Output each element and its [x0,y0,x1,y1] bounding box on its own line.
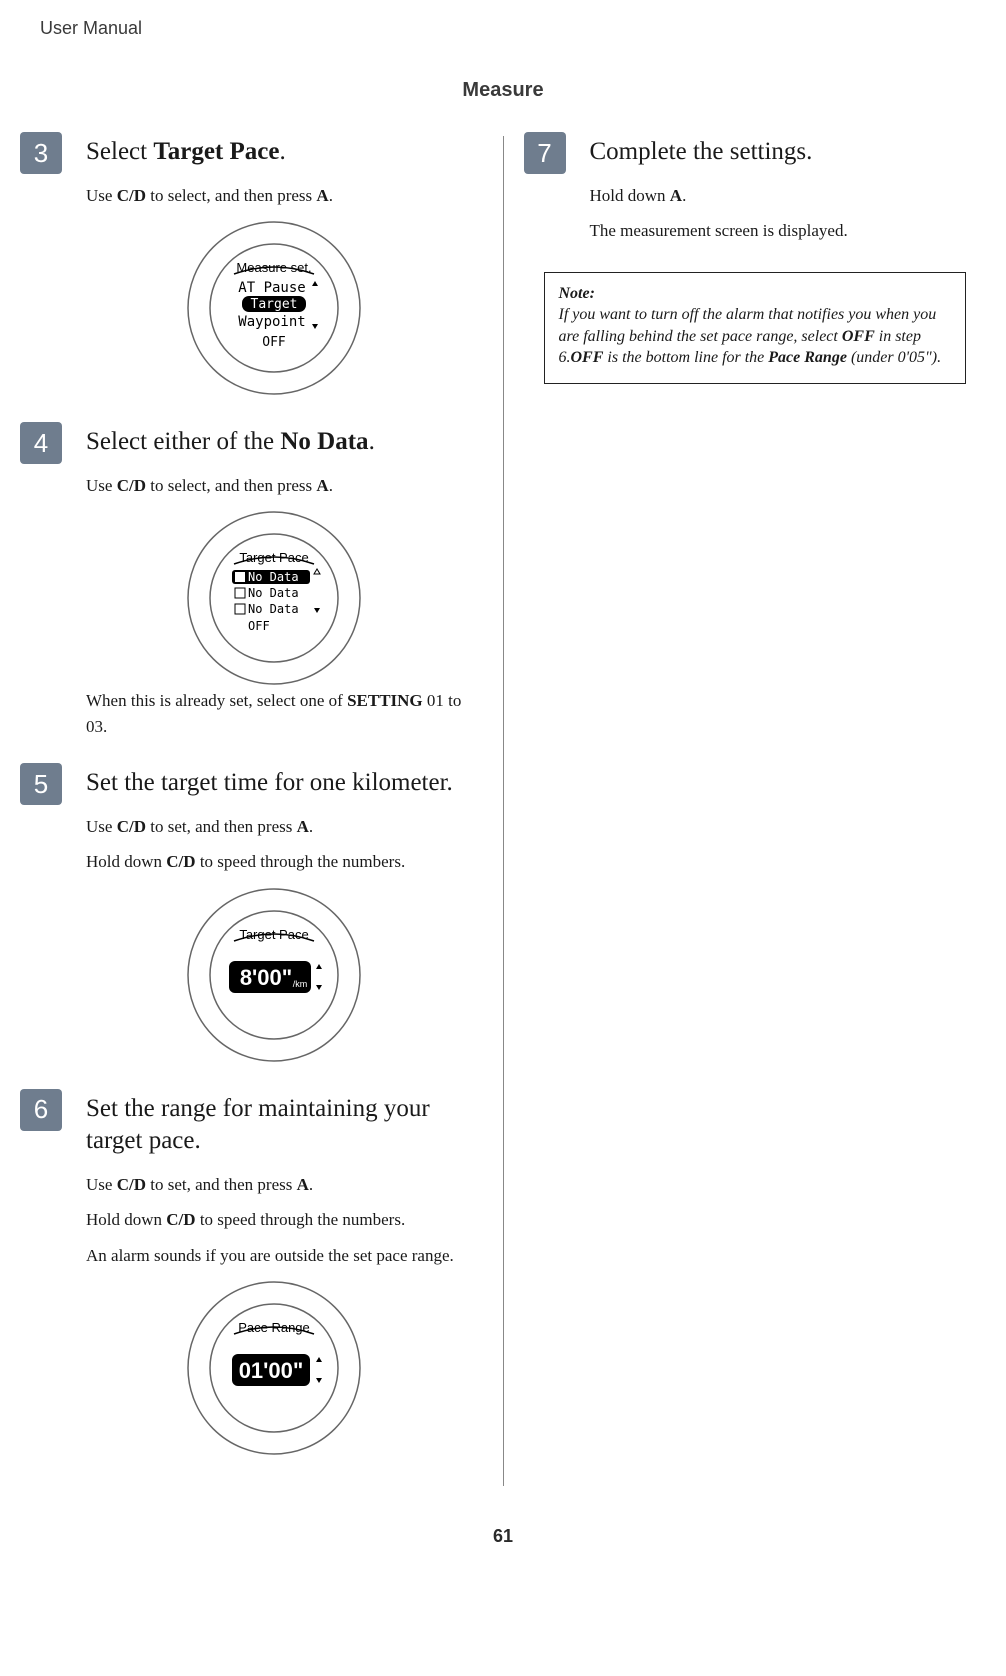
note-box: Note: If you want to turn off the alarm … [544,272,967,384]
text: When this is already set, select one of [86,691,347,710]
text: Use [86,476,117,495]
step-3: 3 Select Target Pace. Use C/D to select,… [40,136,463,398]
screen-line: Waypoint [239,314,306,330]
screen-unit: /km [293,979,308,989]
text-strong: A [297,1175,309,1194]
step-extra: When this is already set, select one of … [86,688,463,739]
doc-header: User Manual [40,18,966,39]
step-7: 7 Complete the settings. Hold down A. Th… [544,136,967,244]
step-body: Use C/D to set, and then press A. [86,1172,463,1198]
column-divider [503,136,504,1486]
text: to select, and then press [146,476,316,495]
screen-option: No Data [248,602,299,616]
step-number-badge: 3 [20,132,62,174]
text: to set, and then press [146,1175,297,1194]
chapter-title: Measure [40,79,966,102]
text: Use [86,1175,117,1194]
step-4: 4 Select either of the No Data. Use C/D … [40,426,463,739]
step-body: Hold down C/D to speed through the numbe… [86,1207,463,1233]
text-strong: No Data [280,428,368,455]
text: Use [86,186,117,205]
text: Hold down [86,1210,166,1229]
screen-line-selected: Target [251,297,298,312]
screen-line: AT Pause [239,280,306,296]
text: Use [86,817,117,836]
step-title: Select Target Pace. [86,136,463,169]
note-text: (under 0'05"). [847,349,941,366]
text-strong: C/D [166,852,195,871]
left-column: 3 Select Target Pace. Use C/D to select,… [40,136,463,1486]
screen-title: Pace Range [238,1320,310,1335]
text-strong: A [670,186,682,205]
text: to set, and then press [146,817,297,836]
step-body: Hold down C/D to speed through the numbe… [86,849,463,875]
step-body: Hold down A. [590,183,967,209]
text: to speed through the numbers. [196,1210,406,1229]
text: . [682,186,686,205]
note-strong: OFF [571,349,604,366]
screen-title: Measure set. [237,260,312,275]
text: Select either of the [86,428,280,455]
screen-bottom: OFF [248,619,270,633]
step-6: 6 Set the range for maintaining your tar… [40,1093,463,1459]
step-body: Use C/D to select, and then press A. [86,473,463,499]
step-number-badge: 7 [524,132,566,174]
text: . [279,138,285,165]
text-strong: C/D [117,817,146,836]
note-strong: Pace Range [768,349,847,366]
step-5: 5 Set the target time for one kilometer.… [40,767,463,1065]
text-strong: C/D [117,186,146,205]
step-body: An alarm sounds if you are outside the s… [86,1243,463,1269]
screen-option: No Data [248,570,299,584]
text-strong: A [297,817,309,836]
watch-figure-step4: Target Pace No Data No Data No Data OFF [184,508,364,688]
text-strong: A [316,186,328,205]
watch-figure-step3: Measure set. AT Pause Target Waypoint OF… [184,218,364,398]
step-number-badge: 4 [20,422,62,464]
text: Hold down [590,186,670,205]
screen-option: No Data [248,586,299,600]
text: . [309,1175,313,1194]
text: . [329,186,333,205]
note-label: Note: [559,285,595,302]
screen-value: 01'00" [239,1358,304,1383]
step-title: Select either of the No Data. [86,426,463,459]
watch-figure-step6: Pace Range 01'00" [184,1278,364,1458]
step-title: Complete the settings. [590,136,967,169]
step-title: Set the target time for one kilometer. [86,767,463,800]
note-text: is the bottom line for the [603,349,768,366]
step-number-badge: 5 [20,763,62,805]
note-strong: OFF [842,328,875,345]
text-strong: C/D [117,476,146,495]
text: . [369,428,375,455]
step-body: The measurement screen is displayed. [590,218,967,244]
page-number: 61 [40,1526,966,1547]
text: to speed through the numbers. [196,852,406,871]
text-strong: A [316,476,328,495]
step-title: Set the range for maintaining your targe… [86,1093,463,1158]
screen-value: 8'00" [240,965,292,990]
text: Hold down [86,852,166,871]
step-body: Use C/D to select, and then press A. [86,183,463,209]
text-strong: C/D [166,1210,195,1229]
screen-title: Target Pace [240,927,309,942]
watch-figure-step5: Target Pace 8'00" /km [184,885,364,1065]
text-strong: Target Pace [153,138,279,165]
screen-bottom: OFF [263,335,287,350]
step-body: Use C/D to set, and then press A. [86,814,463,840]
text: . [309,817,313,836]
text-strong: SETTING [347,691,423,710]
text: to select, and then press [146,186,316,205]
text: Select [86,138,153,165]
text-strong: C/D [117,1175,146,1194]
step-number-badge: 6 [20,1089,62,1131]
screen-title: Target Pace [240,550,309,565]
text: . [329,476,333,495]
right-column: 7 Complete the settings. Hold down A. Th… [544,136,967,1486]
